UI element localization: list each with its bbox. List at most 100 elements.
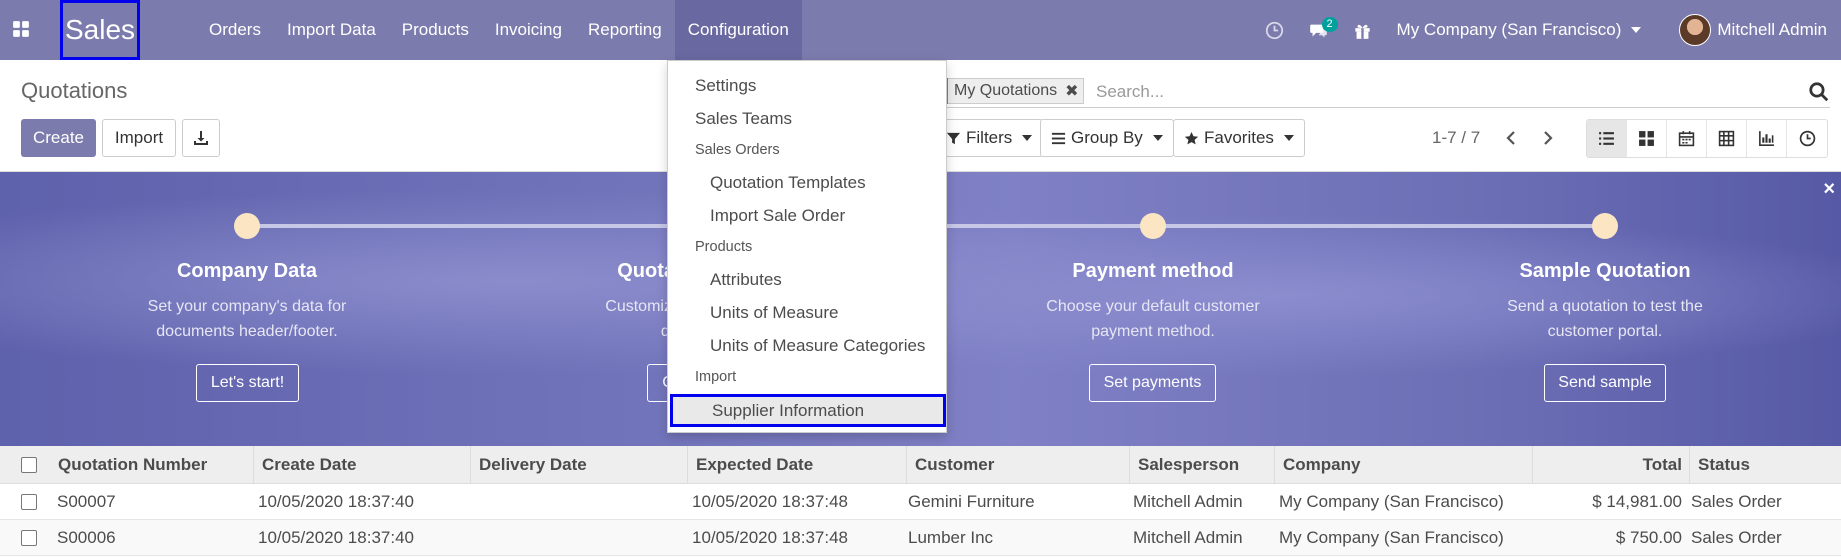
send-sample-button[interactable]: Send sample — [1544, 364, 1666, 402]
menu-products[interactable]: Products — [389, 0, 482, 60]
view-switcher — [1586, 119, 1828, 158]
top-navbar: Sales Orders Import Data Products Invoic… — [0, 0, 1841, 60]
salesperson: Mitchell Admin — [1133, 528, 1243, 547]
step-description: Send a quotation to test the customer por… — [1507, 298, 1703, 340]
step-dot — [1592, 213, 1618, 239]
column-header[interactable]: Status — [1689, 446, 1827, 484]
lets-start-button[interactable]: Let's start! — [196, 364, 299, 402]
chevron-down-icon — [1283, 135, 1294, 141]
step-description: Set your company's data for documents hea… — [147, 298, 347, 340]
import-button[interactable]: Import — [102, 119, 176, 157]
bars-icon — [1051, 132, 1066, 144]
dropdown-item-units-of-measure[interactable]: Units of Measure — [668, 298, 946, 328]
search-bar: My Quotations ✖ — [935, 75, 1830, 108]
step-title: Payment method — [1072, 260, 1234, 282]
column-header[interactable]: Customer — [906, 446, 1130, 484]
quotation-number: S00006 — [57, 528, 116, 547]
status: Sales Order — [1691, 492, 1782, 511]
dropdown-item-settings[interactable]: Settings — [668, 71, 946, 101]
favorites-label: Favorites — [1204, 128, 1274, 147]
menu-reporting[interactable]: Reporting — [575, 0, 675, 60]
dropdown-header-import: Import — [695, 369, 737, 385]
navbar-systray: 2 My Company (San Francisco) Mitchell Ad… — [1253, 0, 1841, 60]
dropdown-item-import-sale-order[interactable]: Import Sale Order — [668, 201, 946, 231]
pager-value[interactable]: 1-7 / 7 — [1432, 128, 1480, 148]
kanban-view-icon[interactable] — [1627, 120, 1667, 157]
company: My Company (San Francisco) — [1279, 528, 1504, 547]
column-header[interactable]: Create Date — [253, 446, 471, 484]
download-icon — [194, 131, 208, 145]
menu-orders[interactable]: Orders — [196, 0, 274, 60]
delivery-date — [467, 484, 475, 520]
pager-next-icon[interactable] — [1535, 126, 1559, 150]
list-view-icon[interactable] — [1587, 120, 1627, 157]
menu-import-data[interactable]: Import Data — [274, 0, 389, 60]
row-checkbox[interactable] — [21, 530, 37, 546]
download-button[interactable] — [182, 119, 220, 157]
menu-invoicing[interactable]: Invoicing — [482, 0, 575, 60]
search-icon[interactable] — [1808, 81, 1830, 103]
filters-button[interactable]: Filters — [935, 119, 1044, 157]
dropdown-item-attributes[interactable]: Attributes — [668, 265, 946, 295]
delivery-date — [467, 520, 475, 556]
configuration-dropdown: Settings Sales Teams Sales Orders Quotat… — [667, 60, 947, 433]
row-checkbox[interactable] — [21, 494, 37, 510]
column-header[interactable]: Total — [1532, 446, 1690, 484]
dropdown-header-products: Products — [695, 239, 753, 255]
star-icon — [1184, 131, 1199, 144]
company-switcher[interactable]: My Company (San Francisco) — [1385, 0, 1656, 60]
table-row[interactable]: S00007 10/05/2020 18:37:40 10/05/2020 18… — [0, 484, 1841, 520]
apps-menu-icon[interactable] — [8, 14, 34, 44]
status: Sales Order — [1691, 528, 1782, 547]
column-header[interactable]: Salesperson — [1129, 446, 1275, 484]
company: My Company (San Francisco) — [1279, 492, 1504, 511]
column-header[interactable]: Quotation Number — [50, 446, 254, 484]
quotation-number: S00007 — [57, 492, 116, 511]
app-brand[interactable]: Sales — [60, 0, 140, 60]
dropdown-header-sales-orders: Sales Orders — [695, 142, 780, 158]
step-dot — [234, 213, 260, 239]
table-header: Quotation Number Create Date Delivery Da… — [0, 446, 1841, 484]
graph-view-icon[interactable] — [1747, 120, 1787, 157]
total: $ 14,981.00 — [1592, 492, 1682, 511]
facet-remove-icon[interactable]: ✖ — [1061, 81, 1082, 101]
messages-badge: 2 — [1321, 17, 1338, 32]
activity-view-icon[interactable] — [1787, 120, 1827, 157]
total: $ 750.00 — [1615, 528, 1682, 547]
close-icon[interactable]: × — [1823, 178, 1835, 201]
pivot-view-icon[interactable] — [1707, 120, 1747, 157]
column-header[interactable]: Company — [1274, 446, 1533, 484]
column-header[interactable]: Delivery Date — [470, 446, 688, 484]
dropdown-item-sales-teams[interactable]: Sales Teams — [668, 104, 946, 134]
gift-icon[interactable] — [1341, 0, 1385, 60]
chevron-down-icon — [1152, 135, 1163, 141]
user-menu[interactable]: Mitchell Admin — [1655, 0, 1841, 60]
user-name: Mitchell Admin — [1717, 20, 1827, 39]
salesperson: Mitchell Admin — [1133, 492, 1243, 511]
customer: Lumber Inc — [908, 528, 994, 547]
dropdown-item-uom-categories[interactable]: Units of Measure Categories — [668, 331, 946, 361]
calendar-view-icon[interactable] — [1667, 120, 1707, 157]
group-by-button[interactable]: Group By — [1040, 119, 1174, 157]
dropdown-item-supplier-information[interactable]: Supplier Information — [670, 394, 946, 427]
company-name: My Company (San Francisco) — [1396, 20, 1622, 39]
menu-configuration[interactable]: Configuration — [674, 0, 802, 60]
page-title: Quotations — [21, 78, 128, 103]
column-header[interactable]: Expected Date — [687, 446, 907, 484]
table-row[interactable]: S00006 10/05/2020 18:37:40 10/05/2020 18… — [0, 520, 1841, 556]
favorites-button[interactable]: Favorites — [1173, 119, 1305, 157]
step-dot — [1140, 213, 1166, 239]
search-input[interactable] — [1096, 75, 1786, 108]
dropdown-item-quotation-templates[interactable]: Quotation Templates — [668, 168, 946, 198]
set-payments-button[interactable]: Set payments — [1089, 364, 1216, 402]
search-facet[interactable]: My Quotations ✖ — [935, 78, 1084, 104]
group-by-label: Group By — [1071, 128, 1143, 147]
activity-clock-icon[interactable] — [1253, 0, 1297, 60]
filter-icon — [946, 132, 961, 144]
messages-icon[interactable]: 2 — [1297, 0, 1341, 60]
pager-previous-icon[interactable] — [1500, 126, 1524, 150]
select-all-checkbox[interactable] — [21, 457, 37, 473]
chevron-down-icon — [1631, 27, 1642, 33]
create-button[interactable]: Create — [21, 119, 96, 157]
step-title: Company Data — [176, 260, 318, 282]
